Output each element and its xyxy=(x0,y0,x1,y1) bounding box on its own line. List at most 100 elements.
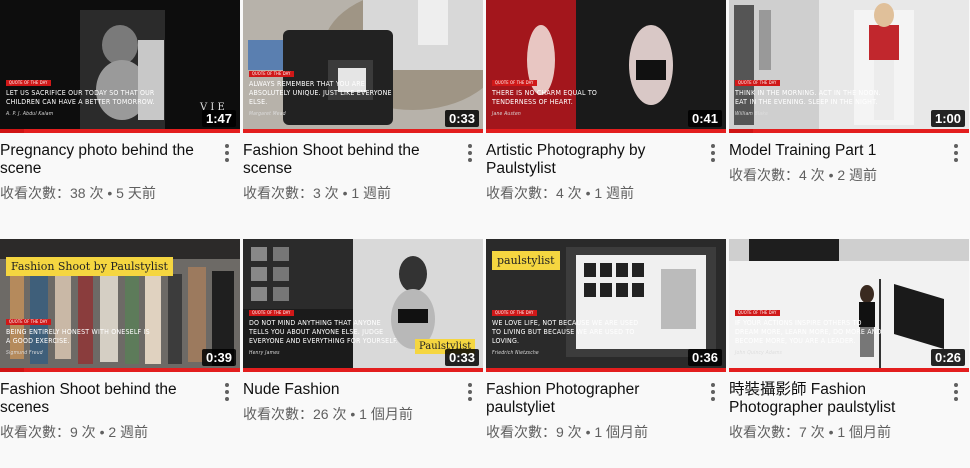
separator-dot: • xyxy=(824,167,838,183)
video-title[interactable]: Fashion Shoot behind the scense xyxy=(243,142,461,178)
quote-text: DO NOT MIND ANYTHING THAT ANYONE TELLS Y… xyxy=(249,319,398,345)
view-count: 收看次數：26 次 xyxy=(243,406,347,422)
separator-dot: • xyxy=(581,185,595,201)
duration-badge: 0:41 xyxy=(687,110,722,127)
duration-badge: 0:33 xyxy=(444,349,479,366)
thumbnail-quote: QUOTE OF THE DAY DO NOT MIND ANYTHING TH… xyxy=(249,308,399,358)
upload-age: 2 週前 xyxy=(837,167,878,183)
video-title[interactable]: Artistic Photography by Paulstylist xyxy=(486,142,704,178)
quote-tag: QUOTE OF THE DAY xyxy=(735,80,780,86)
video-card[interactable]: Fashion Shoot by Paulstylist QUOTE OF TH… xyxy=(0,239,240,441)
thumbnail-quote: QUOTE OF THE DAY LET US SACRIFICE OUR TO… xyxy=(6,78,156,119)
video-meta: Model Training Part 1 收看次數：4 次 • 2 週前 xyxy=(729,133,969,184)
quote-text: IF YOUR ACTIONS INSPIRE OTHERS TO DREAM … xyxy=(735,319,882,345)
quote-text: ALWAYS REMEMBER THAT YOU ARE ABSOLUTELY … xyxy=(249,80,392,106)
video-card[interactable]: QUOTE OF THE DAY THERE IS NO CHARM EQUAL… xyxy=(486,0,726,202)
view-count: 收看次數：4 次 xyxy=(486,185,582,201)
more-actions-icon[interactable] xyxy=(463,144,477,162)
video-stats: 收看次數：9 次 • 2 週前 xyxy=(0,423,218,441)
quote-tag: QUOTE OF THE DAY xyxy=(6,80,51,86)
quote-tag: QUOTE OF THE DAY xyxy=(492,80,537,86)
video-grid: V I E QUOTE OF THE DAY LET US SACRIFICE … xyxy=(0,0,970,468)
thumbnail-quote: QUOTE OF THE DAY WE LOVE LIFE, NOT BECAU… xyxy=(492,308,642,358)
video-stats: 收看次數：9 次 • 1 個月前 xyxy=(486,423,704,441)
video-card[interactable]: Paulstylist QUOTE OF THE DAY DO NOT MIND… xyxy=(243,239,483,423)
video-stats: 收看次數：4 次 • 1 週前 xyxy=(486,184,704,202)
separator-dot: • xyxy=(346,406,360,422)
quote-author: Henry James xyxy=(249,350,280,356)
separator-dot: • xyxy=(103,185,117,201)
thumbnail-overlay-title: Fashion Shoot by Paulstylist xyxy=(6,257,173,276)
video-title[interactable]: Pregnancy photo behind the scene xyxy=(0,142,218,178)
quote-author: A. P. J. Abdul Kalam xyxy=(6,111,54,117)
thumbnail-quote: QUOTE OF THE DAY ALWAYS REMEMBER THAT YO… xyxy=(249,69,399,119)
video-thumbnail[interactable]: QUOTE OF THE DAY IF YOUR ACTIONS INSPIRE… xyxy=(729,239,969,372)
more-actions-icon[interactable] xyxy=(463,383,477,401)
upload-age: 1 個月前 xyxy=(359,406,413,422)
video-card[interactable]: QUOTE OF THE DAY THINK IN THE MORNING. A… xyxy=(729,0,969,184)
video-thumbnail[interactable]: V I E QUOTE OF THE DAY LET US SACRIFICE … xyxy=(0,0,240,133)
video-meta: Artistic Photography by Paulstylist 收看次數… xyxy=(486,133,726,202)
duration-badge: 0:26 xyxy=(930,349,965,366)
upload-age: 1 週前 xyxy=(351,185,392,201)
upload-age: 1 個月前 xyxy=(594,424,649,440)
video-thumbnail[interactable]: Paulstylist QUOTE OF THE DAY DO NOT MIND… xyxy=(243,239,483,372)
video-thumbnail[interactable]: QUOTE OF THE DAY THINK IN THE MORNING. A… xyxy=(729,0,969,133)
video-card[interactable]: paulstylist QUOTE OF THE DAY WE LOVE LIF… xyxy=(486,239,726,441)
video-title[interactable]: 時裝攝影師 Fashion Photographer paulstylist xyxy=(729,381,947,417)
quote-author: Margaret Mead xyxy=(249,111,286,117)
video-stats: 收看次數：3 次 • 1 週前 xyxy=(243,184,461,202)
video-title[interactable]: Fashion Shoot behind the scenes xyxy=(0,381,218,417)
view-count: 收看次數：9 次 xyxy=(0,424,96,440)
more-actions-icon[interactable] xyxy=(220,383,234,401)
more-actions-icon[interactable] xyxy=(706,383,720,401)
separator-dot: • xyxy=(95,424,109,440)
quote-text: THINK IN THE MORNING. ACT IN THE NOON. E… xyxy=(735,89,881,106)
video-stats: 收看次數：7 次 • 1 個月前 xyxy=(729,423,947,441)
quote-tag: QUOTE OF THE DAY xyxy=(6,319,51,325)
more-actions-icon[interactable] xyxy=(706,144,720,162)
more-actions-icon[interactable] xyxy=(220,144,234,162)
upload-age: 1 個月前 xyxy=(837,424,892,440)
video-card[interactable]: V I E QUOTE OF THE DAY LET US SACRIFICE … xyxy=(0,0,240,202)
duration-badge: 0:33 xyxy=(444,110,479,127)
video-meta: Fashion Shoot behind the scenes 收看次數：9 次… xyxy=(0,372,240,441)
view-count: 收看次數：9 次 xyxy=(486,424,582,440)
video-thumbnail[interactable]: paulstylist QUOTE OF THE DAY WE LOVE LIF… xyxy=(486,239,726,372)
video-title[interactable]: Nude Fashion xyxy=(243,381,461,399)
duration-badge: 0:39 xyxy=(201,349,236,366)
quote-text: LET US SACRIFICE OUR TODAY SO THAT OUR C… xyxy=(6,89,155,106)
upload-age: 5 天前 xyxy=(116,185,156,201)
thumbnail-quote: QUOTE OF THE DAY IF YOUR ACTIONS INSPIRE… xyxy=(735,308,885,358)
thumbnail-quote: QUOTE OF THE DAY BEING ENTIRELY HONEST W… xyxy=(6,317,156,358)
video-card[interactable]: QUOTE OF THE DAY IF YOUR ACTIONS INSPIRE… xyxy=(729,239,969,441)
thumbnail-quote: QUOTE OF THE DAY THERE IS NO CHARM EQUAL… xyxy=(492,78,642,119)
upload-age: 1 週前 xyxy=(594,185,635,201)
quote-author: Sigmund Freud xyxy=(6,350,43,356)
video-stats: 收看次數：38 次 • 5 天前 xyxy=(0,184,218,202)
video-meta: Pregnancy photo behind the scene 收看次數：38… xyxy=(0,133,240,202)
quote-tag: QUOTE OF THE DAY xyxy=(735,310,780,316)
separator-dot: • xyxy=(824,424,838,440)
video-title[interactable]: Model Training Part 1 xyxy=(729,142,947,160)
more-actions-icon[interactable] xyxy=(949,383,963,401)
view-count: 收看次數：7 次 xyxy=(729,424,825,440)
video-thumbnail[interactable]: QUOTE OF THE DAY ALWAYS REMEMBER THAT YO… xyxy=(243,0,483,133)
separator-dot: • xyxy=(581,424,595,440)
more-actions-icon[interactable] xyxy=(949,144,963,162)
upload-age: 2 週前 xyxy=(108,424,149,440)
video-meta: 時裝攝影師 Fashion Photographer paulstylist 收… xyxy=(729,372,969,441)
separator-dot: • xyxy=(338,185,352,201)
video-stats: 收看次數：26 次 • 1 個月前 xyxy=(243,405,461,423)
duration-badge: 1:00 xyxy=(930,110,965,127)
video-title[interactable]: Fashion Photographer paulstyliet xyxy=(486,381,704,417)
duration-badge: 0:36 xyxy=(687,349,722,366)
quote-tag: QUOTE OF THE DAY xyxy=(249,71,294,77)
video-thumbnail[interactable]: QUOTE OF THE DAY THERE IS NO CHARM EQUAL… xyxy=(486,0,726,133)
video-thumbnail[interactable]: Fashion Shoot by Paulstylist QUOTE OF TH… xyxy=(0,239,240,372)
duration-badge: 1:47 xyxy=(201,110,236,127)
thumbnail-overlay-title: paulstylist xyxy=(492,251,560,270)
thumbnail-quote: QUOTE OF THE DAY THINK IN THE MORNING. A… xyxy=(735,78,885,119)
quote-author: Friedrich Nietzsche xyxy=(492,350,539,356)
video-card[interactable]: QUOTE OF THE DAY ALWAYS REMEMBER THAT YO… xyxy=(243,0,483,202)
